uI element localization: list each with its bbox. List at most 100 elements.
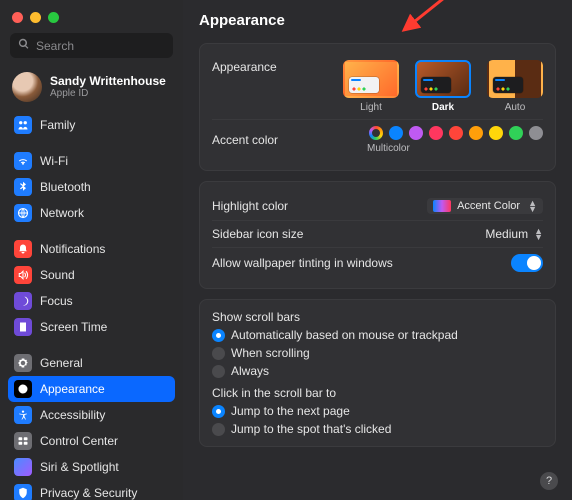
appearance-thumb-icon — [343, 60, 399, 98]
scroll-panel: Show scroll bars Automatically based on … — [199, 299, 556, 447]
sound-icon — [14, 266, 32, 284]
click-scrollbar-label: Click in the scroll bar to — [212, 386, 543, 400]
siri-icon — [14, 458, 32, 476]
accent-swatch-0[interactable] — [369, 126, 383, 140]
sidebar-item-label: Notifications — [40, 242, 105, 256]
window-controls — [0, 8, 183, 33]
accent-swatch-1[interactable] — [389, 126, 403, 140]
sidebar-icon-size-select[interactable]: Medium ▲▼ — [485, 227, 543, 241]
sidebar-search[interactable] — [10, 33, 173, 58]
accent-swatch-6[interactable] — [489, 126, 503, 140]
content-pane: Appearance Appearance Light Dark Auto Acce… — [183, 0, 572, 500]
minimize-window-button[interactable] — [30, 12, 41, 23]
accent-swatches — [369, 126, 543, 140]
avatar — [12, 72, 42, 102]
click-scrollbar-option-0[interactable]: Jump to the next page — [212, 404, 543, 418]
focus-icon — [14, 292, 32, 310]
sidebar-item-siri-spotlight[interactable]: Siri & Spotlight — [8, 454, 175, 480]
stepper-icon: ▲▼ — [534, 228, 543, 240]
stepper-icon: ▲▼ — [528, 200, 537, 212]
sidebar: Sandy Writtenhouse Apple ID Family Wi-Fi B… — [0, 0, 183, 500]
appearance-label: Appearance — [212, 60, 277, 74]
privacy-icon — [14, 484, 32, 500]
tinting-toggle[interactable] — [511, 254, 543, 272]
sidebar-item-label: Accessibility — [40, 408, 105, 422]
accent-swatch-7[interactable] — [509, 126, 523, 140]
sidebar-item-label: Bluetooth — [40, 180, 91, 194]
user-name: Sandy Writtenhouse — [50, 74, 166, 88]
accent-label: Accent color — [212, 133, 278, 147]
sidebar-item-accessibility[interactable]: Accessibility — [8, 402, 175, 428]
highlight-label: Highlight color — [212, 199, 288, 213]
zoom-window-button[interactable] — [48, 12, 59, 23]
sidebar-item-screen-time[interactable]: Screen Time — [8, 314, 175, 340]
sidebar-item-label: Family — [40, 118, 75, 132]
user-sub: Apple ID — [50, 88, 166, 100]
scrollbars-option-0[interactable]: Automatically based on mouse or trackpad — [212, 328, 543, 342]
appearance-mode-label: Dark — [432, 102, 454, 113]
accent-swatch-2[interactable] — [409, 126, 423, 140]
radio-label: Always — [231, 364, 269, 378]
sidebar-icon-size-label: Sidebar icon size — [212, 227, 303, 241]
appearance-icon — [14, 380, 32, 398]
radio-icon — [212, 365, 225, 378]
search-icon — [18, 38, 30, 53]
sidebar-item-label: Focus — [40, 294, 73, 308]
tinting-label: Allow wallpaper tinting in windows — [212, 256, 393, 270]
appearance-mode-dark[interactable]: Dark — [415, 60, 471, 113]
highlight-color-select[interactable]: Accent Color ▲▼ — [427, 198, 543, 214]
sidebar-item-wi-fi[interactable]: Wi-Fi — [8, 148, 175, 174]
page-title: Appearance — [199, 12, 556, 29]
radio-label: Automatically based on mouse or trackpad — [231, 328, 458, 342]
accent-swatch-3[interactable] — [429, 126, 443, 140]
appearance-mode-light[interactable]: Light — [343, 60, 399, 113]
sidebar-item-label: Control Center — [40, 434, 118, 448]
accent-swatch-4[interactable] — [449, 126, 463, 140]
accent-swatch-5[interactable] — [469, 126, 483, 140]
appearance-mode-label: Light — [360, 102, 382, 113]
sidebar-navlist: Family Wi-Fi Bluetooth Network Notifications… — [0, 112, 183, 500]
sidebar-item-privacy-security[interactable]: Privacy & Security — [8, 480, 175, 500]
network-icon — [14, 204, 32, 222]
sidebar-item-label: Privacy & Security — [40, 486, 137, 500]
sidebar-item-label: Wi-Fi — [40, 154, 68, 168]
sidebar-icon-size-value: Medium — [485, 227, 528, 241]
sidebar-item-label: Screen Time — [40, 320, 107, 334]
sidebar-item-focus[interactable]: Focus — [8, 288, 175, 314]
display-options-panel: Highlight color Accent Color ▲▼ Sidebar … — [199, 181, 556, 289]
sidebar-item-family[interactable]: Family — [8, 112, 175, 138]
highlight-swatch-icon — [433, 200, 451, 212]
radio-icon — [212, 423, 225, 436]
appearance-thumb-icon — [415, 60, 471, 98]
bluetooth-icon — [14, 178, 32, 196]
screentime-icon — [14, 318, 32, 336]
help-button[interactable]: ? — [540, 472, 558, 490]
scrollbars-label: Show scroll bars — [212, 310, 543, 324]
accent-swatch-8[interactable] — [529, 126, 543, 140]
accessibility-icon — [14, 406, 32, 424]
scrollbars-option-1[interactable]: When scrolling — [212, 346, 543, 360]
appearance-mode-auto[interactable]: Auto — [487, 60, 543, 113]
sidebar-item-appearance[interactable]: Appearance — [8, 376, 175, 402]
sidebar-item-label: Sound — [40, 268, 75, 282]
sidebar-item-notifications[interactable]: Notifications — [8, 236, 175, 262]
accent-selected-label: Multicolor — [367, 143, 410, 154]
search-input[interactable] — [36, 39, 165, 53]
apple-id-user[interactable]: Sandy Writtenhouse Apple ID — [0, 68, 183, 112]
highlight-value: Accent Color — [457, 200, 520, 212]
sidebar-item-control-center[interactable]: Control Center — [8, 428, 175, 454]
sidebar-item-bluetooth[interactable]: Bluetooth — [8, 174, 175, 200]
controlcenter-icon — [14, 432, 32, 450]
scrollbars-option-2[interactable]: Always — [212, 364, 543, 378]
sidebar-item-label: General — [40, 356, 83, 370]
sidebar-item-label: Appearance — [40, 382, 105, 396]
radio-icon — [212, 405, 225, 418]
sidebar-item-sound[interactable]: Sound — [8, 262, 175, 288]
sidebar-item-general[interactable]: General — [8, 350, 175, 376]
close-window-button[interactable] — [12, 12, 23, 23]
click-scrollbar-option-1[interactable]: Jump to the spot that's clicked — [212, 422, 543, 436]
wifi-icon — [14, 152, 32, 170]
sidebar-item-network[interactable]: Network — [8, 200, 175, 226]
radio-label: When scrolling — [231, 346, 310, 360]
radio-icon — [212, 347, 225, 360]
